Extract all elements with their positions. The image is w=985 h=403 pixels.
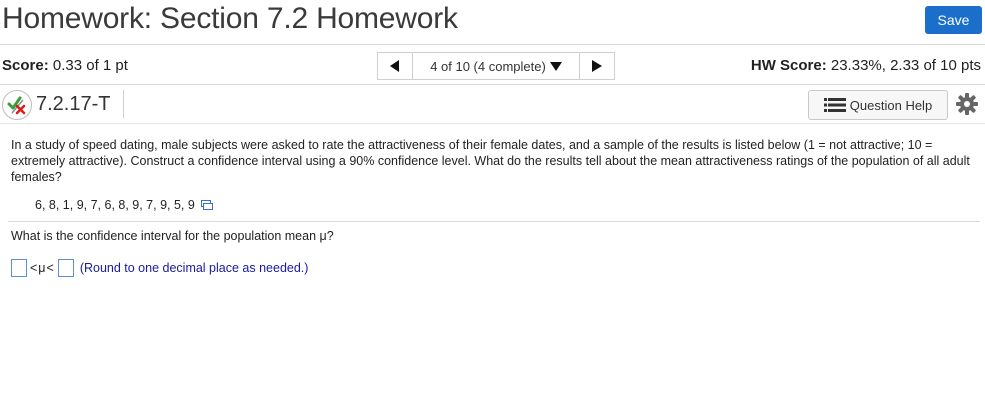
gear-icon[interactable] bbox=[955, 92, 979, 116]
homework-score: HW Score: 23.33%, 2.33 of 10 pts bbox=[751, 57, 981, 74]
lower-bound-input[interactable] bbox=[11, 259, 27, 277]
list-icon bbox=[823, 98, 846, 112]
section-divider bbox=[8, 221, 980, 222]
page-title: Homework: Section 7.2 Homework bbox=[2, 2, 458, 35]
question-dropdown[interactable]: 4 of 10 (4 complete) bbox=[413, 53, 579, 79]
hw-score-label: HW Score: bbox=[750, 57, 827, 74]
divider bbox=[123, 90, 124, 118]
triangle-down-icon bbox=[549, 61, 562, 71]
data-values-line: 6, 8, 1, 9, 7, 6, 8, 9, 7, 9, 5, 9 bbox=[35, 198, 213, 212]
score-value: 0.33 of 1 pt bbox=[52, 57, 128, 74]
question-bar: 7.2.17-T Question Help bbox=[0, 85, 985, 124]
inequality-symbol: <μ< bbox=[30, 261, 55, 275]
question-id: 7.2.17-T bbox=[36, 93, 111, 115]
previous-question-button[interactable] bbox=[378, 53, 413, 79]
question-score: Score: 0.33 of 1 pt bbox=[2, 57, 128, 74]
upper-bound-input[interactable] bbox=[57, 259, 74, 277]
question-prompt: What is the confidence interval for the … bbox=[11, 229, 334, 243]
score-bar: Score: 0.33 of 1 pt 4 of 10 (4 complete)… bbox=[0, 45, 985, 85]
question-text: In a study of speed dating, male subject… bbox=[11, 138, 970, 184]
triangle-right-icon bbox=[592, 60, 602, 72]
partially-correct-icon bbox=[2, 90, 32, 120]
answer-line: <μ< (Round to one decimal place as neede… bbox=[11, 259, 308, 277]
data-values: 6, 8, 1, 9, 7, 6, 8, 9, 7, 9, 5, 9 bbox=[35, 198, 195, 212]
copy-data-icon[interactable] bbox=[200, 200, 213, 210]
question-help-button[interactable]: Question Help bbox=[808, 90, 948, 120]
question-help-label: Question Help bbox=[849, 97, 933, 113]
save-button[interactable]: Save bbox=[925, 6, 982, 34]
question-position: 4 of 10 (4 complete) bbox=[430, 58, 546, 74]
next-question-button[interactable] bbox=[579, 53, 614, 79]
hw-score-value: 23.33%, 2.33 of 10 pts bbox=[830, 57, 981, 74]
title-bar: Homework: Section 7.2 Homework Save bbox=[0, 0, 985, 45]
score-label: Score: bbox=[2, 57, 49, 74]
triangle-left-icon bbox=[390, 60, 399, 72]
rounding-note: (Round to one decimal place as needed.) bbox=[79, 261, 309, 275]
question-navigator: 4 of 10 (4 complete) bbox=[377, 52, 615, 80]
